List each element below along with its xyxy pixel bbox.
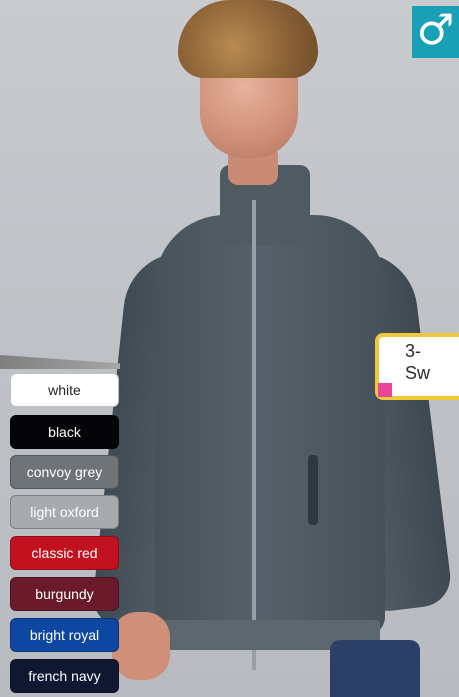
jacket-zipper — [252, 200, 256, 670]
model-jeans — [330, 640, 420, 697]
feature-teaser[interactable]: 3- Sw — [375, 333, 459, 400]
product-page: ♂ 3- Sw white black convoy grey light ox… — [0, 0, 459, 697]
model-hand — [112, 612, 170, 680]
male-gender-badge: ♂ — [412, 6, 459, 58]
swatch-convoy-grey[interactable]: convoy grey — [10, 455, 119, 489]
swatch-classic-red[interactable]: classic red — [10, 536, 119, 570]
male-symbol-icon: ♂ — [416, 5, 455, 54]
model-hair — [178, 0, 318, 78]
swatch-black[interactable]: black — [10, 415, 119, 449]
color-swatch-list: white black convoy grey light oxford cla… — [0, 355, 120, 697]
swatch-light-oxford[interactable]: light oxford — [10, 495, 119, 529]
swatch-french-navy[interactable]: french navy — [10, 659, 119, 693]
jacket-pocket — [308, 455, 318, 525]
teaser-accent — [378, 383, 392, 397]
teaser-line-1: 3- — [405, 341, 422, 361]
jacket-body — [155, 215, 385, 635]
swatch-white[interactable]: white — [10, 373, 119, 407]
swatch-burgundy[interactable]: burgundy — [10, 577, 119, 611]
teaser-line-2: Sw — [405, 363, 431, 383]
swatch-bright-royal[interactable]: bright royal — [10, 618, 119, 652]
